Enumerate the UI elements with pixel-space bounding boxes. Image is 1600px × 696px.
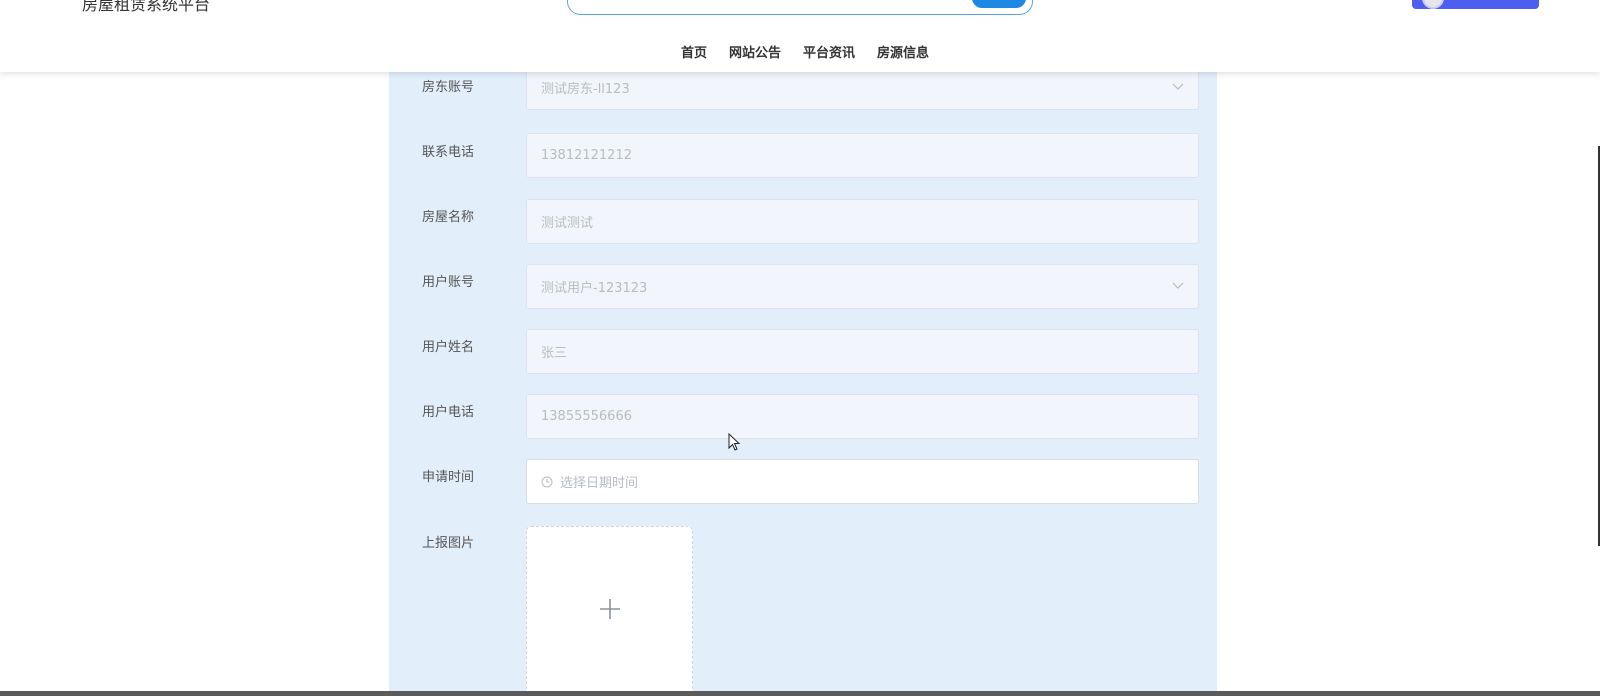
field-label: 房屋名称 xyxy=(422,210,475,225)
user-menu-button[interactable] xyxy=(1412,0,1539,9)
top-header: 房屋租赁系统平台 首页 网站公告 平台资讯 房源信息 xyxy=(0,0,1600,72)
field-placeholder: 选择日期时间 xyxy=(560,476,639,491)
search-input[interactable] xyxy=(567,0,1033,15)
user-phone-input[interactable]: 13855556666 xyxy=(526,394,1199,439)
chevron-down-icon xyxy=(1170,278,1186,294)
field-label: 申请时间 xyxy=(422,470,475,485)
apply-time-picker[interactable]: 选择日期时间 xyxy=(526,459,1199,504)
form-panel: 房东账号 测试房东-ll123 联系电话 13812121212 房屋名称 测试… xyxy=(389,65,1217,696)
chevron-down-icon xyxy=(1170,79,1186,95)
field-label: 用户电话 xyxy=(422,405,475,420)
nav-item-news[interactable]: 平台资讯 xyxy=(792,38,866,65)
field-label: 上报图片 xyxy=(422,536,475,551)
nav-item-home[interactable]: 首页 xyxy=(670,38,718,65)
field-label: 房东账号 xyxy=(422,80,475,95)
user-account-select[interactable]: 测试用户-123123 xyxy=(526,264,1199,309)
main-nav: 首页 网站公告 平台资讯 房源信息 xyxy=(0,38,1600,65)
bottom-divider xyxy=(0,691,1600,696)
site-title: 房屋租赁系统平台 xyxy=(82,0,211,14)
field-value: 测试测试 xyxy=(541,216,594,231)
field-value: 测试用户-123123 xyxy=(541,281,648,296)
field-value: 张三 xyxy=(541,346,568,361)
plus-icon xyxy=(598,597,622,625)
clock-icon xyxy=(541,476,553,488)
field-value: 测试房东-ll123 xyxy=(541,82,630,97)
field-label: 联系电话 xyxy=(422,145,475,160)
nav-item-listings[interactable]: 房源信息 xyxy=(866,38,940,65)
contact-phone-input[interactable]: 13812121212 xyxy=(526,133,1199,178)
field-value: 13812121212 xyxy=(541,148,632,163)
house-name-input[interactable]: 测试测试 xyxy=(526,199,1199,244)
avatar xyxy=(1422,0,1444,9)
field-value: 13855556666 xyxy=(541,409,632,424)
image-upload-button[interactable] xyxy=(526,526,693,696)
field-label: 用户账号 xyxy=(422,275,475,290)
mouse-pointer-icon xyxy=(728,432,742,457)
field-label: 用户姓名 xyxy=(422,340,475,355)
search-button[interactable] xyxy=(972,0,1026,8)
nav-item-announcements[interactable]: 网站公告 xyxy=(718,38,792,65)
user-name-input[interactable]: 张三 xyxy=(526,329,1199,374)
